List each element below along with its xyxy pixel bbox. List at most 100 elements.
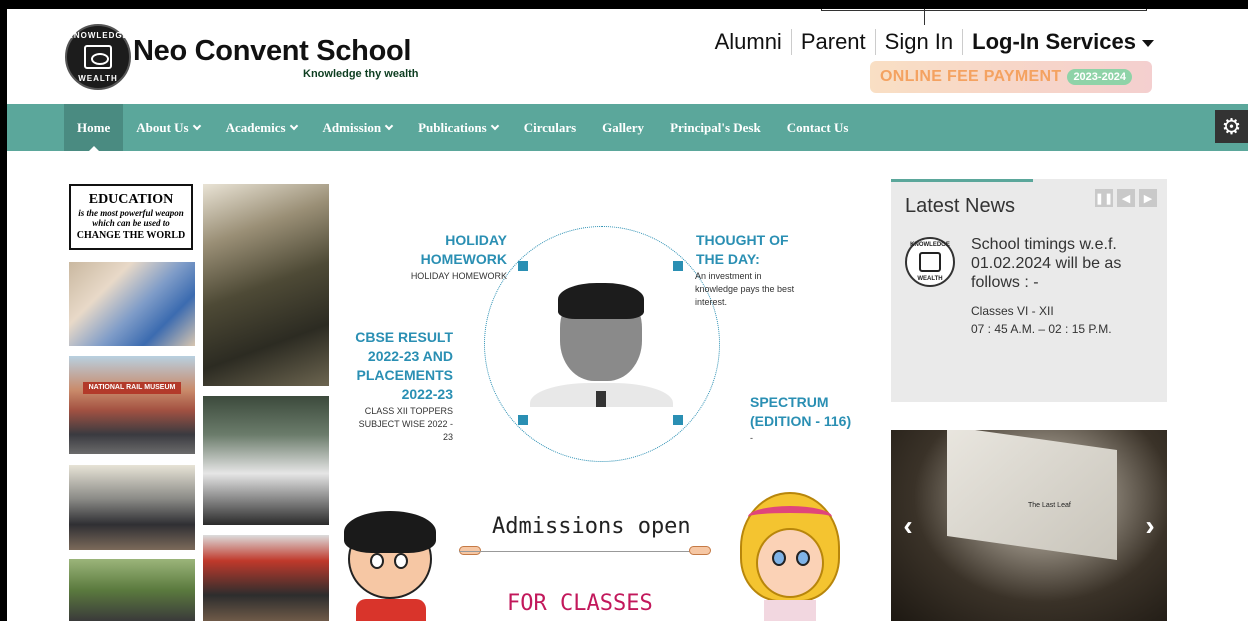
portrait-hair (558, 283, 644, 319)
girl-hand (689, 546, 711, 555)
nav-contact-us[interactable]: Contact Us (774, 104, 862, 151)
gallery-photo-republic-day[interactable] (203, 184, 329, 386)
chevron-down-icon (192, 121, 201, 130)
news-logo-bottom: WEALTH (917, 276, 943, 282)
nav-home-label: Home (77, 119, 111, 135)
spectrum-text: - (750, 433, 753, 443)
nav-gallery[interactable]: Gallery (589, 104, 657, 151)
cbse-result-title[interactable]: CBSE RESULT 2022-23 AND PLACEMENTS 2022-… (327, 328, 453, 404)
school-logo-seal[interactable]: KNOWLEDGE WEALTH (65, 24, 131, 90)
news-logo-icon: KNOWLEDGE WEALTH (905, 237, 955, 287)
edu-line1: EDUCATION (88, 192, 174, 207)
thought-text-1: An investment in (695, 271, 762, 281)
news-line1: Classes VI - XII (971, 304, 1054, 318)
girl-hairband (748, 506, 832, 528)
topper-portrait[interactable] (530, 279, 673, 407)
nav-admission[interactable]: Admission (310, 104, 406, 151)
gallery-photo-student-work[interactable] (203, 396, 329, 525)
spectrum-title[interactable]: SPECTRUM (EDITION - 116) (750, 393, 880, 431)
portrait-tie (596, 391, 606, 407)
gallery-photo-event[interactable] (203, 535, 329, 621)
education-quote-card[interactable]: EDUCATION is the most powerful weapon wh… (69, 184, 193, 250)
boy-eye-left (370, 553, 384, 569)
holiday-homework-text: HOLIDAY HOMEWORK (410, 271, 507, 281)
cbse-title-1: CBSE RESULT (355, 329, 453, 345)
holiday-marker (518, 261, 528, 271)
chevron-down-icon (490, 121, 499, 130)
nav-publications[interactable]: Publications (405, 104, 511, 151)
latest-news-title: Latest News (905, 195, 1016, 217)
chevron-left-icon[interactable]: ‹ (897, 512, 919, 540)
nav-principals-desk-label: Principal's Desk (670, 119, 761, 135)
girl-eye-left (772, 550, 786, 566)
top-search-cursor (924, 9, 925, 25)
nav-admission-label: Admission (322, 119, 382, 135)
edu-line3: which can be used to (92, 218, 170, 228)
chevron-down-icon (289, 121, 298, 130)
admissions-open-title[interactable]: Admissions open (492, 514, 691, 539)
fee-year-badge: 2023-2024 (1067, 69, 1133, 85)
boy-hair (344, 511, 436, 553)
next-icon[interactable]: ▶ (1139, 189, 1157, 207)
brand-title[interactable]: Neo Convent School (133, 35, 411, 68)
prev-icon[interactable]: ◀ (1117, 189, 1135, 207)
sign-in-link[interactable]: Sign In (874, 29, 963, 55)
holiday-homework-title[interactable]: HOLIDAY HOMEWORK (387, 231, 507, 269)
main-nav: Home About Us Academics Admission Public… (7, 104, 1248, 151)
brand-tagline: Knowledge thy wealth (303, 68, 419, 80)
gallery-photo-trip[interactable] (69, 465, 195, 550)
pause-icon[interactable]: ❚❚ (1095, 189, 1113, 207)
news-logo-book (919, 252, 941, 272)
login-services-dropdown[interactable]: Log-In Services (962, 29, 1163, 55)
nav-gallery-label: Gallery (602, 119, 645, 135)
photo-slideshow[interactable]: The Last Leaf ‹ › (891, 430, 1167, 621)
spectrum-title-2: (EDITION - 116) (750, 413, 852, 429)
nav-about-us[interactable]: About Us (123, 104, 212, 151)
gallery-photo-classroom[interactable] (69, 262, 195, 346)
thought-of-day-title[interactable]: THOUGHT OF THE DAY: (696, 231, 826, 269)
cbse-text-3: 23 (442, 432, 453, 442)
slide-caption: The Last Leaf (1028, 502, 1071, 509)
museum-sign: NATIONAL RAIL MUSEUM (83, 382, 181, 394)
holiday-title-1: HOLIDAY (445, 232, 507, 248)
fee-button-label: ONLINE FEE PAYMENT (880, 68, 1062, 85)
cbse-text-2: SUBJECT WISE 2022 - (358, 419, 453, 429)
caret-down-icon (1142, 39, 1154, 47)
boy-shirt (356, 599, 426, 621)
nav-publications-label: Publications (418, 119, 487, 135)
girl-dress (764, 600, 816, 621)
gallery-photo-rail-museum[interactable]: NATIONAL RAIL MUSEUM (69, 356, 195, 454)
chevron-right-icon[interactable]: › (1139, 512, 1161, 540)
online-fee-payment-button[interactable]: ONLINE FEE PAYMENT 2023-2024 (870, 61, 1152, 93)
thought-title-1: THOUGHT OF (696, 232, 789, 248)
cartoon-boy-illustration (340, 509, 440, 621)
cbse-title-3: PLACEMENTS (356, 367, 453, 383)
gallery-photo-teacher[interactable] (69, 559, 195, 621)
news-headline[interactable]: School timings w.e.f. 01.02.2024 will be… (971, 235, 1151, 292)
top-search-box[interactable] (821, 9, 1147, 11)
top-links: Alumni Parent Sign In Log-In Services (706, 28, 1163, 56)
girl-face (756, 528, 824, 598)
thought-of-day-text: An investment in knowledge pays the best… (695, 270, 825, 309)
latest-news-panel: Latest News ❚❚ ◀ ▶ KNOWLEDGE WEALTH Scho… (891, 179, 1167, 402)
spectrum-title-1: SPECTRUM (750, 394, 829, 410)
nav-circulars[interactable]: Circulars (511, 104, 589, 151)
alumni-link[interactable]: Alumni (706, 29, 791, 55)
nav-academics[interactable]: Academics (213, 104, 310, 151)
nav-circulars-label: Circulars (523, 119, 577, 135)
thought-title-2: THE DAY: (696, 251, 760, 267)
news-logo-top: KNOWLEDGE (910, 242, 950, 248)
browser-viewport: KNOWLEDGE WEALTH Neo Convent School Know… (7, 9, 1248, 621)
seal-top-text: KNOWLEDGE (67, 31, 129, 40)
chevron-down-icon (384, 121, 394, 130)
parent-link[interactable]: Parent (790, 29, 875, 55)
nav-academics-label: Academics (225, 119, 286, 135)
cbse-result-text: CLASS XII TOPPERS SUBJECT WISE 2022 - 23 (327, 405, 453, 444)
gear-icon[interactable]: ⚙ (1215, 110, 1248, 143)
edu-line4: CHANGE THE WORLD (76, 230, 186, 241)
nav-principals-desk[interactable]: Principal's Desk (657, 104, 774, 151)
nav-home[interactable]: Home (64, 104, 124, 151)
nav-contact-us-label: Contact Us (786, 119, 849, 135)
edu-line2: is the most powerful weapon (78, 208, 184, 218)
holiday-title-2: HOMEWORK (420, 251, 507, 267)
